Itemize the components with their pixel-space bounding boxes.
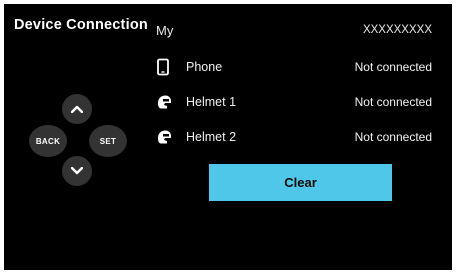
my-device-id: XXXXXXXXX bbox=[362, 24, 432, 36]
device-row-phone[interactable]: Phone Not connected bbox=[156, 57, 432, 77]
device-row-helmet-1[interactable]: Helmet 1 Not connected bbox=[156, 92, 432, 112]
up-button[interactable] bbox=[62, 94, 92, 124]
device-name: Helmet 1 bbox=[186, 95, 237, 109]
my-device-label: My bbox=[156, 23, 174, 38]
device-status: Not connected bbox=[354, 130, 432, 144]
down-button[interactable] bbox=[62, 156, 92, 186]
set-label: SET bbox=[99, 136, 117, 146]
phone-icon bbox=[156, 57, 178, 77]
helmet-icon bbox=[156, 127, 178, 147]
device-status: Not connected bbox=[354, 60, 432, 74]
page-title: Device Connection bbox=[14, 17, 148, 33]
chevron-down-icon bbox=[70, 162, 84, 180]
chevron-up-icon bbox=[70, 100, 84, 118]
set-button[interactable]: SET bbox=[89, 125, 127, 157]
device-row-helmet-2[interactable]: Helmet 2 Not connected bbox=[156, 127, 432, 147]
back-label: BACK bbox=[35, 136, 61, 146]
back-button[interactable]: BACK bbox=[29, 125, 67, 157]
device-name: Phone bbox=[186, 60, 223, 74]
clear-button[interactable]: Clear bbox=[209, 164, 392, 201]
device-status: Not connected bbox=[354, 95, 432, 109]
device-name: Helmet 2 bbox=[186, 130, 237, 144]
device-connection-screen: Device Connection My XXXXXXXXX Phone Not… bbox=[4, 4, 452, 270]
helmet-icon bbox=[156, 92, 178, 112]
